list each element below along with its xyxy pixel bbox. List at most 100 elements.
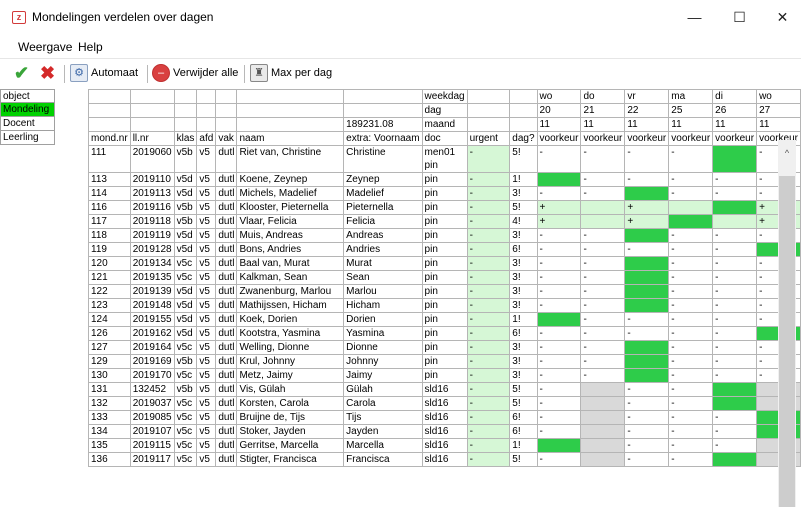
doc-cell[interactable]: pin bbox=[421, 326, 468, 341]
urgent-cell[interactable]: - bbox=[466, 200, 511, 215]
header-month-cell[interactable]: 11 bbox=[668, 117, 714, 132]
afd-cell[interactable]: v5 bbox=[196, 256, 217, 271]
naam-cell[interactable]: Gerritse, Marcella bbox=[236, 438, 345, 453]
urgent-cell[interactable]: - bbox=[466, 214, 511, 229]
doc-cell[interactable]: sld16 bbox=[421, 396, 468, 411]
ll-nr-cell[interactable]: 2019162 bbox=[129, 326, 175, 341]
doc-cell[interactable]: pin bbox=[421, 340, 468, 355]
voorkeur-cell[interactable] bbox=[712, 396, 758, 411]
klas-cell[interactable]: v5d bbox=[173, 172, 198, 187]
naam-cell[interactable]: Stoker, Jayden bbox=[236, 424, 345, 439]
header-day-cell[interactable]: 25 bbox=[668, 103, 714, 118]
voorkeur-cell[interactable]: - bbox=[536, 368, 582, 383]
klas-cell[interactable]: v5b bbox=[173, 382, 198, 397]
mond-nr-cell[interactable]: 117 bbox=[88, 214, 131, 229]
voorkeur-cell[interactable]: - bbox=[668, 256, 714, 271]
header-blank-cell[interactable] bbox=[173, 89, 198, 104]
voorkeur-cell[interactable]: - bbox=[712, 368, 758, 383]
naam-cell[interactable]: Koek, Dorien bbox=[236, 312, 345, 327]
header-blank-cell[interactable] bbox=[509, 103, 538, 118]
voorkeur-cell[interactable]: - bbox=[712, 354, 758, 369]
mond-nr-cell[interactable]: 132 bbox=[88, 396, 131, 411]
menu-help[interactable]: Help bbox=[78, 40, 103, 54]
voornaam-cell[interactable]: Dorien bbox=[343, 312, 423, 327]
klas-cell[interactable]: v5d bbox=[173, 298, 198, 313]
header-blank-cell[interactable] bbox=[509, 117, 538, 132]
voorkeur-cell[interactable]: - bbox=[536, 340, 582, 355]
voorkeur-cell[interactable]: - bbox=[668, 270, 714, 285]
delete-all-button[interactable]: – Verwijder alle bbox=[152, 62, 238, 84]
afd-cell[interactable]: v5 bbox=[196, 326, 217, 341]
voornaam-cell[interactable]: Yasmina bbox=[343, 326, 423, 341]
urgent-cell[interactable]: - bbox=[466, 382, 511, 397]
voorkeur-cell[interactable]: - bbox=[536, 382, 582, 397]
table-row[interactable]: 133 2019085 v5c v5 dutl Bruijne de, Tijs Tijs s… bbox=[88, 410, 801, 425]
voorkeur-cell[interactable] bbox=[712, 382, 758, 397]
naam-cell[interactable]: Koene, Zeynep bbox=[236, 172, 345, 187]
mond-nr-cell[interactable]: 131 bbox=[88, 382, 131, 397]
ll-nr-cell[interactable]: 2019107 bbox=[129, 424, 175, 439]
mond-nr-cell[interactable]: 133 bbox=[88, 410, 131, 425]
side-item-mondeling[interactable]: Mondeling bbox=[0, 103, 55, 117]
klas-cell[interactable]: v5d bbox=[173, 228, 198, 243]
vak-cell[interactable]: dutl bbox=[215, 340, 238, 355]
voorkeur-cell[interactable] bbox=[580, 452, 626, 467]
ll-nr-cell[interactable]: 2019170 bbox=[129, 368, 175, 383]
column-header[interactable]: mond.nr bbox=[88, 131, 131, 146]
header-blank-cell[interactable] bbox=[236, 89, 345, 104]
minimize-button[interactable]: — bbox=[672, 0, 717, 34]
mond-nr-cell[interactable]: 135 bbox=[88, 438, 131, 453]
side-item-docent[interactable]: Docent bbox=[0, 117, 55, 131]
header-maand-label[interactable]: maand bbox=[421, 117, 468, 132]
voornaam-cell[interactable]: Carola bbox=[343, 396, 423, 411]
doc-cell[interactable]: pin bbox=[421, 284, 468, 299]
vak-cell[interactable]: dutl bbox=[215, 145, 238, 173]
doc-cell[interactable]: pin bbox=[421, 354, 468, 369]
voorkeur-cell[interactable]: - bbox=[668, 368, 714, 383]
dag-cell[interactable]: 5! bbox=[509, 382, 538, 397]
voornaam-cell[interactable]: Felicia bbox=[343, 214, 423, 229]
naam-cell[interactable]: Krul, Johnny bbox=[236, 354, 345, 369]
header-blank-cell[interactable] bbox=[215, 117, 238, 132]
voorkeur-cell[interactable]: - bbox=[580, 368, 626, 383]
voorkeur-cell[interactable] bbox=[668, 214, 714, 229]
voorkeur-cell[interactable]: - bbox=[536, 270, 582, 285]
klas-cell[interactable]: v5c bbox=[173, 256, 198, 271]
naam-cell[interactable]: Metz, Jaimy bbox=[236, 368, 345, 383]
urgent-cell[interactable]: - bbox=[466, 298, 511, 313]
ll-nr-cell[interactable]: 2019113 bbox=[129, 186, 175, 201]
afd-cell[interactable]: v5 bbox=[196, 228, 217, 243]
ll-nr-cell[interactable]: 2019060 bbox=[129, 145, 175, 173]
table-row[interactable]: 132 2019037 v5c v5 dutl Korsten, Carola Carola… bbox=[88, 396, 801, 411]
vak-cell[interactable]: dutl bbox=[215, 410, 238, 425]
klas-cell[interactable]: v5c bbox=[173, 396, 198, 411]
voornaam-cell[interactable]: Pieternella bbox=[343, 200, 423, 215]
voorkeur-cell[interactable]: - bbox=[624, 410, 670, 425]
vak-cell[interactable]: dutl bbox=[215, 368, 238, 383]
header-blank-cell[interactable] bbox=[88, 89, 131, 104]
voorkeur-cell[interactable] bbox=[580, 438, 626, 453]
voorkeur-cell[interactable]: - bbox=[580, 312, 626, 327]
voornaam-cell[interactable]: Christine bbox=[343, 145, 423, 173]
scroll-thumb[interactable] bbox=[779, 176, 795, 507]
mond-nr-cell[interactable]: 123 bbox=[88, 298, 131, 313]
afd-cell[interactable]: v5 bbox=[196, 298, 217, 313]
voornaam-cell[interactable]: Sean bbox=[343, 270, 423, 285]
voorkeur-cell[interactable] bbox=[624, 256, 670, 271]
table-row[interactable]: 135 2019115 v5c v5 dutl Gerritse, Marcella Mar… bbox=[88, 438, 801, 453]
voorkeur-cell[interactable] bbox=[580, 200, 626, 215]
voorkeur-cell[interactable]: - bbox=[624, 145, 670, 173]
column-header[interactable]: voorkeur bbox=[580, 131, 626, 146]
max-per-day-button[interactable]: ♜ Max per dag bbox=[250, 62, 332, 84]
voorkeur-cell[interactable]: - bbox=[668, 298, 714, 313]
vak-cell[interactable]: dutl bbox=[215, 382, 238, 397]
vak-cell[interactable]: dutl bbox=[215, 256, 238, 271]
afd-cell[interactable]: v5 bbox=[196, 410, 217, 425]
cancel-button[interactable]: ✖ bbox=[40, 62, 60, 84]
urgent-cell[interactable]: - bbox=[466, 326, 511, 341]
table-row[interactable]: 120 2019134 v5c v5 dutl Baal van, Murat Murat p… bbox=[88, 256, 801, 271]
ll-nr-cell[interactable]: 2019117 bbox=[129, 452, 175, 467]
vak-cell[interactable]: dutl bbox=[215, 354, 238, 369]
afd-cell[interactable]: v5 bbox=[196, 186, 217, 201]
voorkeur-cell[interactable]: - bbox=[668, 228, 714, 243]
